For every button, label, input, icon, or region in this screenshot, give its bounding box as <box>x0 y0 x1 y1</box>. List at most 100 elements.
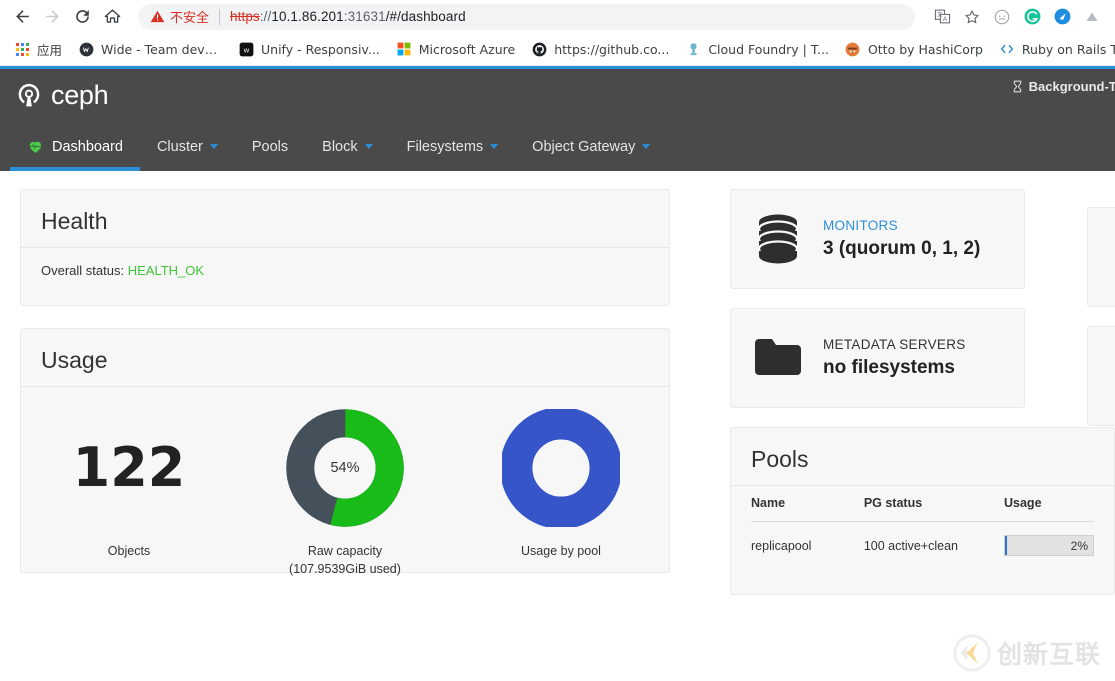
dashboard-content: Health Overall status: HEALTH_OK Usage 1… <box>0 171 1115 681</box>
bookmark-label: Cloud Foundry | T... <box>708 42 829 57</box>
nav-label: Dashboard <box>52 139 123 155</box>
usage-progress-bar: 2% <box>1004 535 1094 556</box>
watermark-text: 创新互联 <box>997 635 1101 671</box>
bookmark-item[interactable]: w Unify - Responsiv... <box>230 38 388 60</box>
bookmark-item[interactable]: Wide - Team deve... <box>70 38 230 60</box>
warning-triangle-icon <box>150 9 165 24</box>
status-badge: HEALTH_OK <box>128 263 204 278</box>
table-row[interactable]: replicapool 100 active+clean 2% <box>751 522 1094 570</box>
monitors-card[interactable]: MONITORS 3 (quorum 0, 1, 2) <box>730 189 1025 289</box>
github-favicon <box>531 41 547 57</box>
database-stack-icon <box>753 213 803 265</box>
security-warning[interactable]: 不安全 <box>150 7 209 26</box>
monitors-title[interactable]: MONITORS <box>823 218 980 233</box>
nav-item-dashboard[interactable]: Dashboard <box>10 122 140 171</box>
background-tasks-label: Background-Ta <box>1029 79 1115 94</box>
toolbar-actions: A 文 <box>927 3 1107 31</box>
overall-status: Overall status: HEALTH_OK <box>41 263 649 278</box>
table-header-row: Name PG status Usage <box>751 486 1094 522</box>
nav-label: Pools <box>252 139 288 155</box>
pool-pg-status: 100 active+clean <box>864 522 1004 570</box>
usage-by-pool-donut[interactable] <box>502 409 620 527</box>
nav-item-object-gateway[interactable]: Object Gateway <box>515 122 667 171</box>
back-arrow-icon <box>13 7 32 26</box>
omnibox-divider <box>219 9 220 25</box>
security-label: 不安全 <box>170 7 209 26</box>
bookmark-item[interactable]: https://github.co... <box>523 38 677 60</box>
hourglass-icon <box>1011 80 1024 93</box>
metadata-servers-title: METADATA SERVERS <box>823 337 966 352</box>
home-button[interactable] <box>98 3 126 31</box>
profile-icon[interactable] <box>1078 3 1106 31</box>
health-card: Health Overall status: HEALTH_OK <box>20 189 670 306</box>
otto-favicon <box>845 41 861 57</box>
metadata-servers-value: no filesystems <box>823 357 966 379</box>
offscreen-card[interactable] <box>1087 207 1115 307</box>
bookmark-item[interactable]: Cloud Foundry | T... <box>677 38 837 60</box>
grammarly-icon[interactable] <box>1018 3 1046 31</box>
column-usage[interactable]: Usage <box>1004 486 1094 522</box>
usage-card-body: 122 Objects 54% <box>21 387 669 578</box>
right-column: MONITORS 3 (quorum 0, 1, 2) METADATA SER… <box>730 189 1095 595</box>
raw-capacity-title: Raw capacity <box>308 544 382 558</box>
usage-card: Usage 122 Objects <box>20 328 670 573</box>
bookmark-label: Wide - Team deve... <box>101 42 222 57</box>
metadata-servers-card[interactable]: METADATA SERVERS no filesystems <box>730 308 1025 408</box>
nav-item-pools[interactable]: Pools <box>235 122 305 171</box>
reload-button[interactable] <box>68 3 96 31</box>
bookmark-item[interactable]: Ruby on Rails Tut... <box>991 38 1115 60</box>
back-button[interactable] <box>8 3 36 31</box>
brand-text: ceph <box>51 80 108 111</box>
objects-metric: 122 Objects <box>21 409 237 561</box>
overall-status-label: Overall status: <box>41 263 124 278</box>
microsoft-favicon <box>396 41 412 57</box>
bookmarks-bar: 应用 Wide - Team deve... w Unify - Respons… <box>0 33 1115 66</box>
chevron-down-icon <box>210 144 218 149</box>
watermark: 创新互联 <box>953 634 1101 672</box>
address-bar[interactable]: 不安全 https://10.1.86.201:31631/#/dashboar… <box>138 4 915 30</box>
chevron-down-icon <box>365 144 373 149</box>
url-port: :31631 <box>344 9 386 24</box>
column-name[interactable]: Name <box>751 486 864 522</box>
url-path: /#/dashboard <box>386 9 466 24</box>
nav-label: Block <box>322 139 357 155</box>
code-brackets-favicon <box>999 41 1015 57</box>
home-icon <box>103 7 122 26</box>
app-icon[interactable] <box>1048 3 1076 31</box>
nav-label: Filesystems <box>407 139 484 155</box>
apps-shortcut[interactable]: 应用 <box>6 37 70 62</box>
bookmark-item[interactable]: Microsoft Azure <box>388 38 523 60</box>
app-header: ceph Background-Ta <box>0 69 1115 122</box>
heartbeat-icon <box>27 138 44 155</box>
pools-table-body: replicapool 100 active+clean 2% <box>751 522 1094 570</box>
nav-item-block[interactable]: Block <box>305 122 389 171</box>
bookmark-item[interactable]: Otto by HashiCorp <box>837 38 991 60</box>
column-pg-status[interactable]: PG status <box>864 486 1004 522</box>
health-card-body: Overall status: HEALTH_OK <box>21 248 669 298</box>
forward-button[interactable] <box>38 3 66 31</box>
monitors-text: MONITORS 3 (quorum 0, 1, 2) <box>823 218 980 260</box>
raw-capacity-center-label: 54% <box>286 409 404 527</box>
nav-item-filesystems[interactable]: Filesystems <box>390 122 516 171</box>
browser-toolbar: 不安全 https://10.1.86.201:31631/#/dashboar… <box>0 0 1115 33</box>
objects-value: 122 <box>73 409 186 527</box>
offscreen-card[interactable] <box>1087 326 1115 426</box>
translate-icon[interactable]: A 文 <box>928 3 956 31</box>
bookmark-star-icon[interactable] <box>958 3 986 31</box>
ceph-logo[interactable]: ceph <box>14 80 108 111</box>
bookmark-label: Unify - Responsiv... <box>261 42 380 57</box>
metadata-servers-text: METADATA SERVERS no filesystems <box>823 337 966 379</box>
pools-table: Name PG status Usage replicapool 100 act… <box>751 486 1094 569</box>
nav-item-cluster[interactable]: Cluster <box>140 122 235 171</box>
extension-icon[interactable] <box>988 3 1016 31</box>
svg-text:w: w <box>242 45 249 54</box>
cloudfoundry-favicon <box>685 41 701 57</box>
apps-label: 应用 <box>37 40 62 59</box>
background-tasks-indicator[interactable]: Background-Ta <box>1011 79 1115 94</box>
folder-icon <box>753 336 803 380</box>
chevron-down-icon <box>490 144 498 149</box>
raw-capacity-chart: 54% Raw capacity (107.9539GiB used) <box>237 409 453 578</box>
raw-capacity-donut[interactable]: 54% <box>286 409 404 527</box>
pools-table-head: Name PG status Usage <box>751 486 1094 522</box>
app-nav: Dashboard Cluster Pools Block Filesystem… <box>0 122 1115 171</box>
